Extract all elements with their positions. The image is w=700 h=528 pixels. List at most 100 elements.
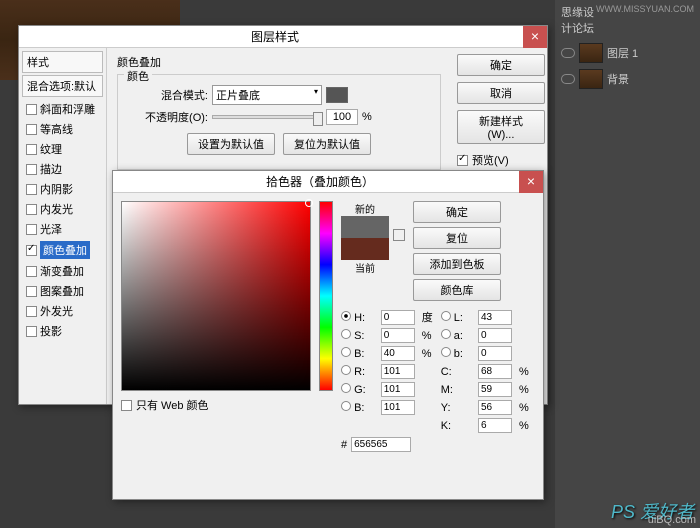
style-item[interactable]: 外发光 [22,301,103,321]
ok-button[interactable]: 确定 [413,201,501,223]
radio-r[interactable] [341,365,351,375]
cancel-button[interactable]: 取消 [457,82,545,104]
a-input[interactable]: 0 [478,328,512,343]
blend-options[interactable]: 混合选项:默认 [22,75,103,97]
site-credit: uiBQ.com [648,514,696,526]
style-item[interactable]: 光泽 [22,219,103,239]
opacity-input[interactable]: 100 [326,109,358,125]
c-input[interactable]: 68 [478,364,512,379]
group-label: 颜色 [124,68,152,84]
y-input[interactable]: 56 [478,400,512,415]
hash-label: # [341,439,347,451]
color-swatch[interactable] [326,87,348,103]
web-only-checkbox[interactable] [121,400,132,411]
radio-s[interactable] [341,329,351,339]
layer-thumb [579,43,603,63]
checkbox[interactable] [26,104,37,115]
preview-label: 预览(V) [472,152,509,168]
h-input[interactable]: 0 [381,310,415,325]
current-label: 当前 [341,260,389,275]
hue-slider[interactable] [319,201,333,391]
style-item[interactable]: 颜色叠加 [22,239,103,261]
m-input[interactable]: 59 [478,382,512,397]
r-input[interactable]: 101 [381,364,415,379]
layer-thumb [579,69,603,89]
style-list: 样式 混合选项:默认 斜面和浮雕 等高线 纹理 描边 内阴影 内发光 光泽 颜色… [19,48,107,404]
layer-name: 背景 [607,71,629,87]
checkbox[interactable] [26,124,37,135]
chevron-down-icon: ▾ [314,87,318,103]
dialog-title: 图层样式 [27,28,523,45]
styles-header[interactable]: 样式 [22,51,103,73]
layers-title: 思缘设计论坛 [561,4,596,36]
radio-l[interactable] [441,311,451,321]
reset-button[interactable]: 复位 [413,227,501,249]
style-item[interactable]: 图案叠加 [22,281,103,301]
layers-url: WWW.MISSYUAN.COM [596,4,694,36]
s-input[interactable]: 0 [381,328,415,343]
k-input[interactable]: 6 [478,418,512,433]
ok-button[interactable]: 确定 [457,54,545,76]
visibility-icon[interactable] [561,48,575,58]
radio-h[interactable] [341,311,351,321]
titlebar: 图层样式× [19,26,547,48]
color-preview [341,216,389,260]
style-item[interactable]: 描边 [22,159,103,179]
reset-default-button[interactable]: 复位为默认值 [283,133,371,155]
sv-field[interactable] [121,201,311,391]
layers-panel: 思缘设计论坛WWW.MISSYUAN.COM 图层 1 背景 [555,0,700,528]
group-heading: 颜色叠加 [117,54,441,70]
dialog-title: 拾色器（叠加颜色） [121,173,519,190]
checkbox[interactable] [26,224,37,235]
radio-rgb-b[interactable] [341,401,351,411]
style-item[interactable]: 内发光 [22,199,103,219]
hex-input[interactable]: 656565 [351,437,411,452]
checkbox[interactable] [26,144,37,155]
blend-mode-select[interactable]: 正片叠底▾ [212,85,322,105]
opacity-slider[interactable] [212,115,322,119]
b-hsb-input[interactable]: 40 [381,346,415,361]
checkbox[interactable] [26,286,37,297]
checkbox[interactable] [26,326,37,337]
web-only-label: 只有 Web 颜色 [136,397,209,413]
blend-mode-label: 混合模式: [126,87,208,103]
preview-checkbox[interactable] [457,155,468,166]
visibility-icon[interactable] [561,74,575,84]
radio-a[interactable] [441,329,451,339]
titlebar: 拾色器（叠加颜色）× [113,171,543,193]
close-button[interactable]: × [523,26,547,48]
checkbox[interactable] [26,184,37,195]
lab-b-input[interactable]: 0 [478,346,512,361]
picker-circle[interactable] [305,199,313,207]
rgb-b-input[interactable]: 101 [381,400,415,415]
style-item[interactable]: 纹理 [22,139,103,159]
cube-icon[interactable] [393,229,405,241]
l-input[interactable]: 43 [478,310,512,325]
layer-row[interactable]: 图层 1 [555,40,700,66]
radio-g[interactable] [341,383,351,393]
radio-lab-b[interactable] [441,347,451,357]
checkbox[interactable] [26,245,37,256]
style-item[interactable]: 斜面和浮雕 [22,99,103,119]
style-item[interactable]: 渐变叠加 [22,261,103,281]
opacity-label: 不透明度(O): [126,109,208,125]
layer-row[interactable]: 背景 [555,66,700,92]
checkbox[interactable] [26,306,37,317]
checkbox[interactable] [26,164,37,175]
checkbox[interactable] [26,204,37,215]
close-button[interactable]: × [519,171,543,193]
style-item[interactable]: 等高线 [22,119,103,139]
color-values: H:0度 L:43 S:0% a:0 B:40% b:0 R:101 C:68%… [341,309,535,433]
checkbox[interactable] [26,266,37,277]
g-input[interactable]: 101 [381,382,415,397]
color-lib-button[interactable]: 颜色库 [413,279,501,301]
style-item[interactable]: 内阴影 [22,179,103,199]
set-default-button[interactable]: 设置为默认值 [187,133,275,155]
new-style-button[interactable]: 新建样式(W)... [457,110,545,144]
radio-b[interactable] [341,347,351,357]
color-picker-dialog: 拾色器（叠加颜色）× 只有 Web 颜色 新的 当前 确定 复位 [112,170,544,500]
new-label: 新的 [341,201,389,216]
add-swatch-button[interactable]: 添加到色板 [413,253,501,275]
layer-name: 图层 1 [607,45,638,61]
style-item[interactable]: 投影 [22,321,103,341]
